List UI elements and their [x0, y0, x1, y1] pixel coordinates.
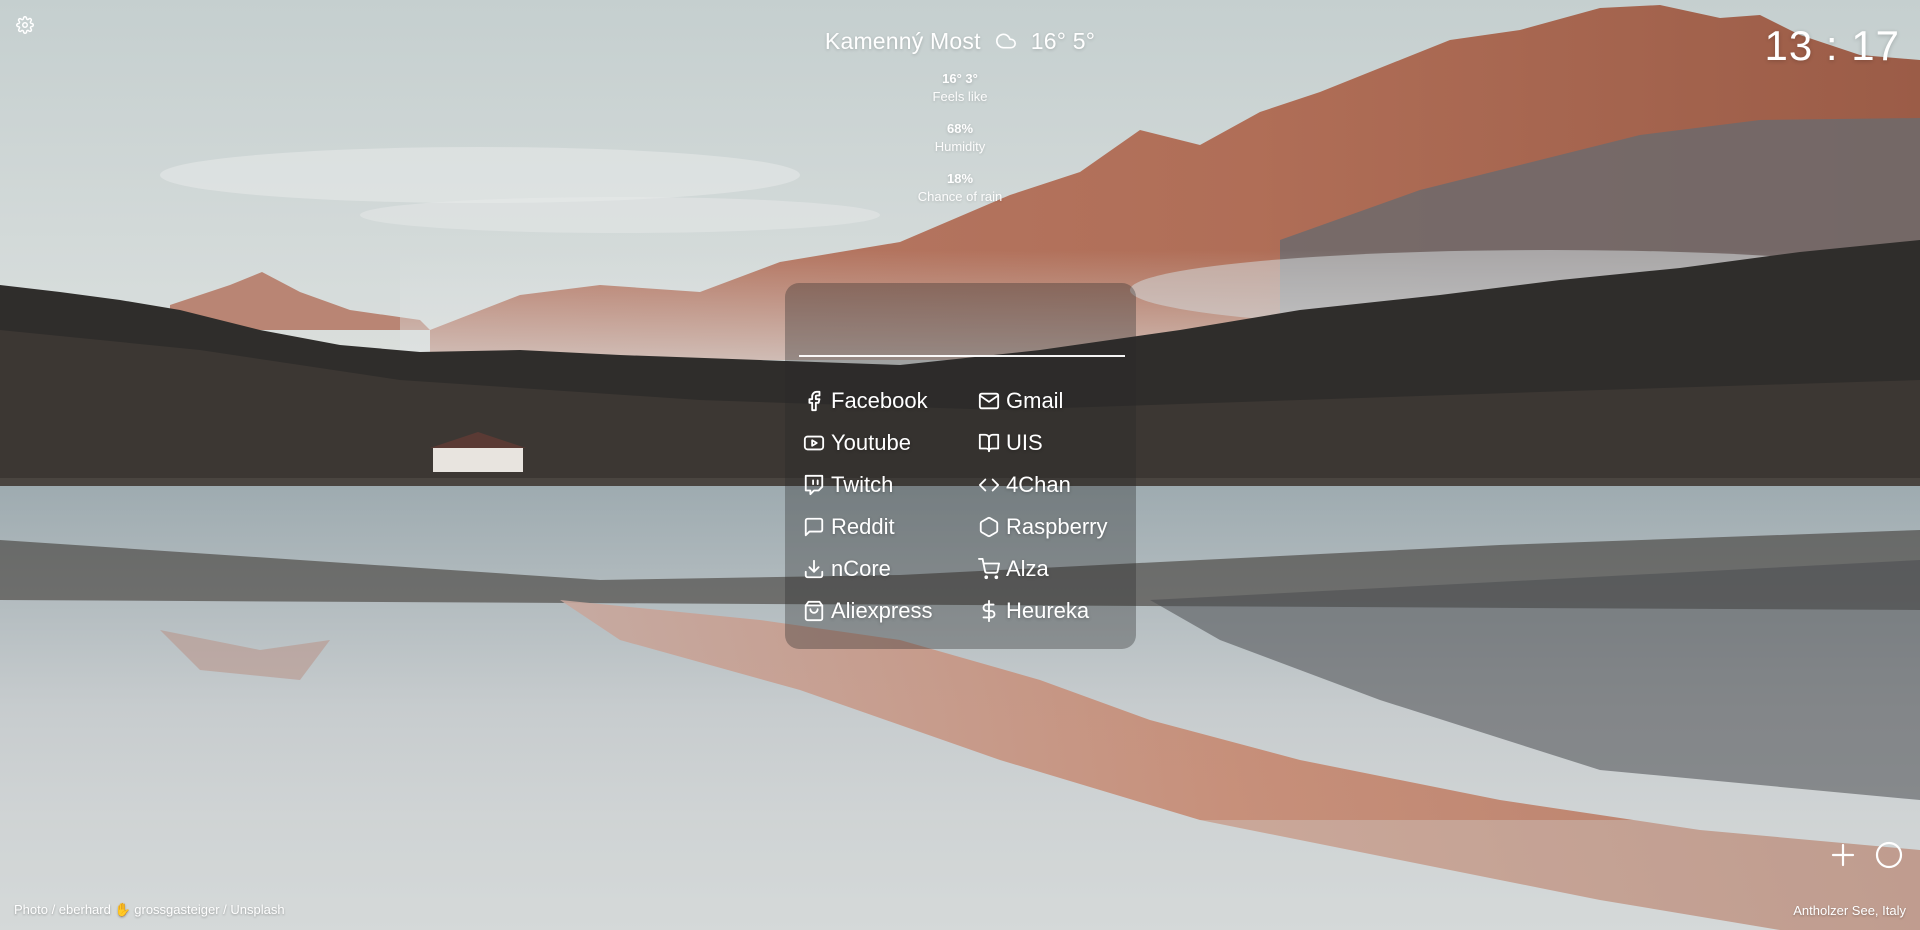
link-label: nCore — [831, 556, 891, 581]
link-raspberry[interactable]: Raspberry — [978, 513, 1133, 541]
settings-button[interactable] — [16, 16, 34, 34]
link-label: Twitch — [831, 472, 894, 497]
gear-icon — [16, 16, 34, 34]
message-square-icon — [804, 517, 824, 537]
temp-high: 16° — [1030, 27, 1067, 54]
add-button[interactable] — [1828, 840, 1858, 870]
weather-header: Kamenný Most 16° 5° — [760, 26, 1160, 56]
photo-location: Antholzer See, Italy — [1793, 903, 1906, 918]
mail-icon — [978, 392, 1000, 410]
stat-chance-of-rain: 18% Chance of rain — [760, 170, 1160, 206]
stat-label: Chance of rain — [917, 189, 1003, 204]
link-label: 4Chan — [1006, 472, 1071, 497]
refresh-background-button[interactable] — [1874, 840, 1904, 870]
bookmarks-panel: Facebook Gmail Youtube UIS Twitch 4Chan — [785, 283, 1136, 649]
link-label: Aliexpress — [831, 598, 933, 623]
clock: 13 : 17 — [1764, 22, 1900, 69]
link-twitch[interactable]: Twitch — [803, 471, 978, 499]
link-uis[interactable]: UIS — [978, 429, 1133, 457]
link-alza[interactable]: Alza — [978, 555, 1133, 583]
link-label: Heureka — [1006, 598, 1090, 623]
download-icon — [804, 559, 824, 579]
bookmark-list: Facebook Gmail Youtube UIS Twitch 4Chan — [803, 387, 1133, 625]
link-reddit[interactable]: Reddit — [803, 513, 978, 541]
stat-feels-like: 16° 3° Feels like — [760, 70, 1160, 106]
link-label: Alza — [1006, 556, 1049, 581]
book-open-icon — [978, 433, 1000, 453]
circle-icon — [1875, 841, 1903, 869]
new-tab-page: Kamenný Most 16° 5° 16° 3° Feels like 68… — [0, 0, 1920, 930]
facebook-icon — [808, 390, 821, 412]
link-gmail[interactable]: Gmail — [978, 387, 1133, 415]
search-input[interactable] — [799, 323, 1125, 357]
link-label: Facebook — [831, 388, 928, 413]
temp-low: 5° — [1072, 27, 1096, 54]
link-label: UIS — [1006, 430, 1043, 455]
link-label: Youtube — [831, 430, 911, 455]
link-4chan[interactable]: 4Chan — [978, 471, 1133, 499]
link-facebook[interactable]: Facebook — [803, 387, 978, 415]
stat-humidity: 68% Humidity — [760, 120, 1160, 156]
youtube-icon — [803, 435, 825, 451]
plus-icon — [1831, 843, 1855, 867]
photo-credit[interactable]: Photo / eberhard ✋ grossgasteiger / Unsp… — [14, 902, 285, 918]
link-youtube[interactable]: Youtube — [803, 429, 978, 457]
link-label: Raspberry — [1006, 514, 1108, 539]
stat-value: 68% — [946, 121, 974, 136]
link-ncore[interactable]: nCore — [803, 555, 978, 583]
cloud-icon — [995, 33, 1016, 49]
link-label: Gmail — [1006, 388, 1064, 413]
code-icon — [978, 478, 1000, 492]
link-aliexpress[interactable]: Aliexpress — [803, 597, 978, 625]
stat-value: 16° 3° — [942, 71, 978, 86]
stat-label: Humidity — [934, 139, 986, 154]
weather-widget: Kamenný Most 16° 5° 16° 3° Feels like 68… — [760, 26, 1160, 206]
stat-label: Feels like — [932, 89, 988, 104]
stat-value: 18% — [946, 171, 974, 186]
shopping-cart-icon — [978, 558, 1000, 580]
link-label: Reddit — [831, 514, 895, 539]
dollar-sign-icon — [982, 600, 996, 622]
weather-location: Kamenný Most — [824, 27, 981, 54]
shopping-bag-icon — [804, 600, 824, 622]
link-heureka[interactable]: Heureka — [978, 597, 1133, 625]
hexagon-icon — [979, 516, 999, 538]
twitch-icon — [804, 474, 824, 496]
weather-temps: 16° 5° — [1031, 28, 1095, 55]
